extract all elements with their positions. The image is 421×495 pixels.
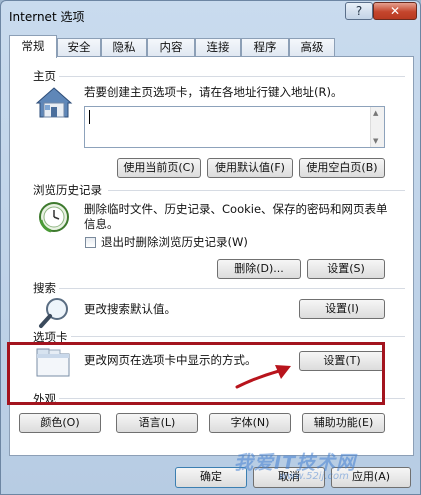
title-bar: Internet 选项 ? ✕: [1, 1, 420, 31]
home-section-title: 主页: [33, 68, 59, 84]
home-page-address-input[interactable]: ▲ ▼: [84, 106, 385, 148]
divider: [66, 336, 405, 337]
delete-on-exit-label: 退出时删除浏览历史记录(W): [101, 235, 248, 249]
close-button[interactable]: ✕: [373, 2, 417, 20]
watermark-url: www.52ij.com: [279, 471, 349, 482]
dialog-footer: 确定 取消 应用(A): [1, 459, 420, 495]
highlight-box: [7, 342, 385, 405]
search-section-title: 搜索: [33, 280, 59, 296]
home-icon: [35, 87, 73, 118]
scroll-up-icon[interactable]: ▲: [373, 109, 378, 117]
tab-programs[interactable]: 程序: [241, 38, 289, 57]
internet-options-dialog: Internet 选项 ? ✕ 常规 安全 隐私 内容 连接 程序 高级 主页 …: [0, 0, 421, 495]
tab-content[interactable]: 内容: [147, 38, 195, 57]
accessibility-button[interactable]: 辅助功能(E): [302, 413, 385, 433]
text-caret: [89, 110, 90, 124]
red-arrow-icon: [235, 365, 291, 389]
history-section-title: 浏览历史记录: [33, 182, 105, 198]
fonts-button[interactable]: 字体(N): [209, 413, 291, 433]
scroll-down-icon[interactable]: ▼: [373, 137, 378, 145]
divider: [40, 76, 405, 77]
history-clock-icon: [39, 202, 69, 233]
tab-security[interactable]: 安全: [57, 38, 101, 57]
home-description: 若要创建主页选项卡，请在各地址行键入地址(R)。: [84, 85, 343, 99]
languages-button[interactable]: 语言(L): [116, 413, 198, 433]
history-description: 删除临时文件、历史记录、Cookie、保存的密码和网页表单信息。: [84, 202, 388, 231]
magnifier-icon: [39, 298, 68, 328]
tab-connections[interactable]: 连接: [195, 38, 241, 57]
use-blank-button[interactable]: 使用空白页(B): [299, 158, 385, 178]
delete-on-exit-checkbox[interactable]: [85, 237, 96, 248]
tab-general[interactable]: 常规: [9, 35, 57, 58]
delete-history-button[interactable]: 删除(D)...: [217, 259, 301, 279]
search-description: 更改搜索默认值。: [84, 302, 176, 316]
use-default-button[interactable]: 使用默认值(F): [207, 158, 293, 178]
use-current-button[interactable]: 使用当前页(C): [117, 158, 201, 178]
address-scrollbar[interactable]: ▲ ▼: [370, 107, 384, 147]
history-settings-button[interactable]: 设置(S): [307, 259, 385, 279]
tab-privacy[interactable]: 隐私: [101, 38, 147, 57]
window-title: Internet 选项: [9, 10, 85, 24]
divider: [108, 190, 405, 191]
colors-button[interactable]: 颜色(O): [19, 413, 101, 433]
divider: [54, 288, 405, 289]
help-button[interactable]: ?: [345, 2, 373, 20]
search-settings-button[interactable]: 设置(I): [299, 299, 385, 319]
tab-advanced[interactable]: 高级: [289, 38, 335, 57]
